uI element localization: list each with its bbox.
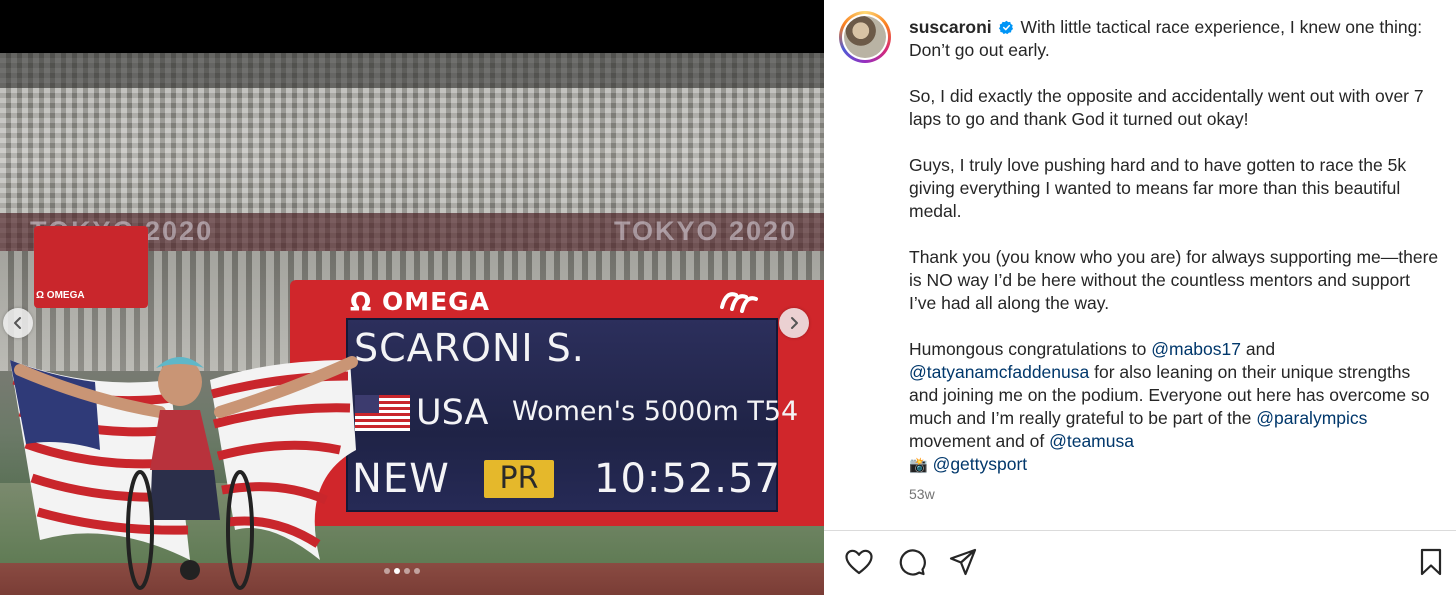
carousel-dot — [384, 568, 390, 574]
bookmark-icon — [1420, 548, 1442, 576]
comment-icon — [899, 549, 926, 576]
mention-link[interactable]: @tatyanamcfaddenusa — [909, 362, 1089, 382]
omega-sign-label: Ω OMEGA — [36, 290, 85, 301]
scoreboard-country: USA — [416, 393, 489, 433]
save-button[interactable] — [1416, 547, 1446, 577]
carousel-dot — [414, 568, 420, 574]
like-button[interactable] — [844, 547, 874, 577]
scoreboard-athlete-name: SCARONI S. — [354, 326, 585, 370]
chevron-left-icon — [14, 317, 21, 329]
share-icon — [949, 548, 977, 576]
heart-icon — [845, 549, 873, 575]
post-timestamp[interactable]: 53w — [909, 486, 935, 502]
carousel-dot — [404, 568, 410, 574]
banner-text-right: TOKYO 2020 — [614, 216, 798, 246]
scoreboard-event: Women's 5000m T54 — [512, 396, 799, 427]
post-details: suscaroni With little tactical race expe… — [824, 0, 1456, 595]
chevron-right-icon — [791, 317, 798, 329]
post-caption: suscaroni With little tactical race expe… — [909, 16, 1439, 500]
username-link[interactable]: suscaroni — [909, 17, 992, 37]
mention-link[interactable]: @mabos17 — [1151, 339, 1241, 359]
caption-paragraph: Humongous congratulations to @mabos17 an… — [909, 338, 1439, 477]
mention-link[interactable]: @paralympics — [1256, 408, 1367, 428]
post-media[interactable]: TOKYO 2020 TOKYO 2020 Ω OMEGA Ω OMEGA SC… — [0, 0, 824, 595]
mention-link[interactable]: @gettysport — [933, 454, 1028, 474]
athlete-with-flag — [10, 356, 358, 590]
carousel-indicator — [384, 568, 420, 574]
previous-photo-button[interactable] — [3, 308, 33, 338]
caption-paragraph: suscaroni With little tactical race expe… — [909, 16, 1439, 62]
caption-paragraph: So, I did exactly the opposite and accid… — [909, 86, 1424, 129]
carousel-dot-active — [394, 568, 400, 574]
scoreboard-time: 10:52.57 — [594, 456, 781, 502]
verified-badge-icon — [998, 20, 1013, 35]
action-bar — [844, 547, 978, 577]
caption-paragraph: Thank you (you know who you are) for alw… — [909, 247, 1439, 313]
paralympic-agitos-icon — [720, 292, 758, 313]
caption-paragraph: Guys, I truly love pushing hard and to h… — [909, 155, 1407, 221]
personal-record-badge: PR — [484, 460, 554, 498]
comment-button[interactable] — [896, 547, 926, 577]
camera-emoji: 📸 — [909, 457, 928, 474]
share-button[interactable] — [948, 547, 978, 577]
omega-logo: Ω OMEGA — [350, 287, 491, 316]
mention-link[interactable]: @teamusa — [1049, 431, 1134, 451]
divider — [824, 530, 1456, 531]
profile-avatar[interactable] — [839, 11, 891, 63]
avatar-image — [844, 16, 886, 58]
next-photo-button[interactable] — [779, 308, 809, 338]
